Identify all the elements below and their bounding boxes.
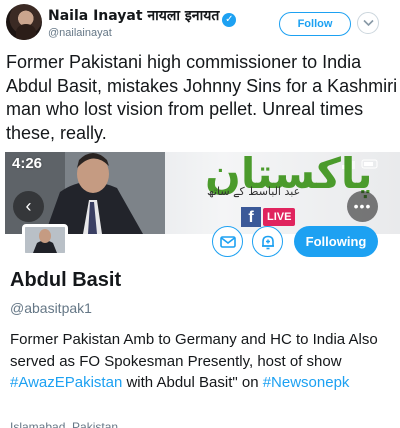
author-display-name[interactable]: Naila Inayat नायला इनायत ✓	[48, 6, 237, 27]
banner-subtitle: عبد الباسط کے ساتھ	[207, 185, 301, 198]
more-icon: •••	[353, 198, 372, 214]
chevron-down-icon	[363, 19, 374, 27]
embedded-screenshot: 4:26 ‹ پاکستان عبد الباسط کے ساتھ f LIVE…	[5, 152, 400, 428]
bio-text: Former Pakistan Amb to Germany and HC to…	[10, 331, 378, 370]
profile-location: Islamabad, Pakistan	[10, 420, 119, 428]
follow-button[interactable]: Follow	[279, 12, 351, 36]
profile-avatar[interactable]	[22, 224, 68, 256]
status-bar-time: 4:26	[12, 155, 43, 172]
facebook-icon: f	[241, 207, 261, 227]
profile-banner: 4:26 ‹ پاکستان عبد الباسط کے ساتھ f LIVE…	[5, 152, 400, 234]
mail-icon	[220, 236, 236, 248]
following-button[interactable]: Following	[294, 226, 378, 257]
bio-text-continued: with Abdul Basit" on	[122, 374, 263, 391]
profile-avatar-image	[25, 227, 65, 253]
profile-bio: Former Pakistan Amb to Germany and HC to…	[10, 329, 395, 394]
bell-plus-icon	[262, 235, 274, 250]
author-avatar[interactable]	[6, 4, 42, 40]
profile-handle: @abasitpak1	[10, 300, 92, 316]
more-options-button[interactable]: •••	[347, 191, 378, 222]
bio-hashtag-awazepakistan[interactable]: #AwazEPakistan	[10, 374, 122, 391]
profile-name: Abdul Basit	[10, 269, 122, 291]
tweet-text: Former Pakistani high commissioner to In…	[6, 52, 398, 143]
notifications-button[interactable]	[252, 226, 283, 257]
message-button[interactable]	[212, 226, 243, 257]
tweet-menu-button[interactable]	[357, 12, 379, 34]
back-button[interactable]: ‹	[13, 191, 44, 222]
live-label: LIVE	[263, 208, 296, 226]
bio-hashtag-newsonepk[interactable]: #Newsonepk	[263, 374, 350, 391]
back-icon: ‹	[25, 196, 32, 216]
author-name-text[interactable]: Naila Inayat नायला इनायत	[48, 8, 219, 24]
tweet-header: Naila Inayat नायला इनायत ✓ @nailainayat F…	[0, 0, 400, 48]
verified-icon: ✓	[222, 13, 237, 27]
author-handle[interactable]: @nailainayat	[48, 27, 112, 39]
